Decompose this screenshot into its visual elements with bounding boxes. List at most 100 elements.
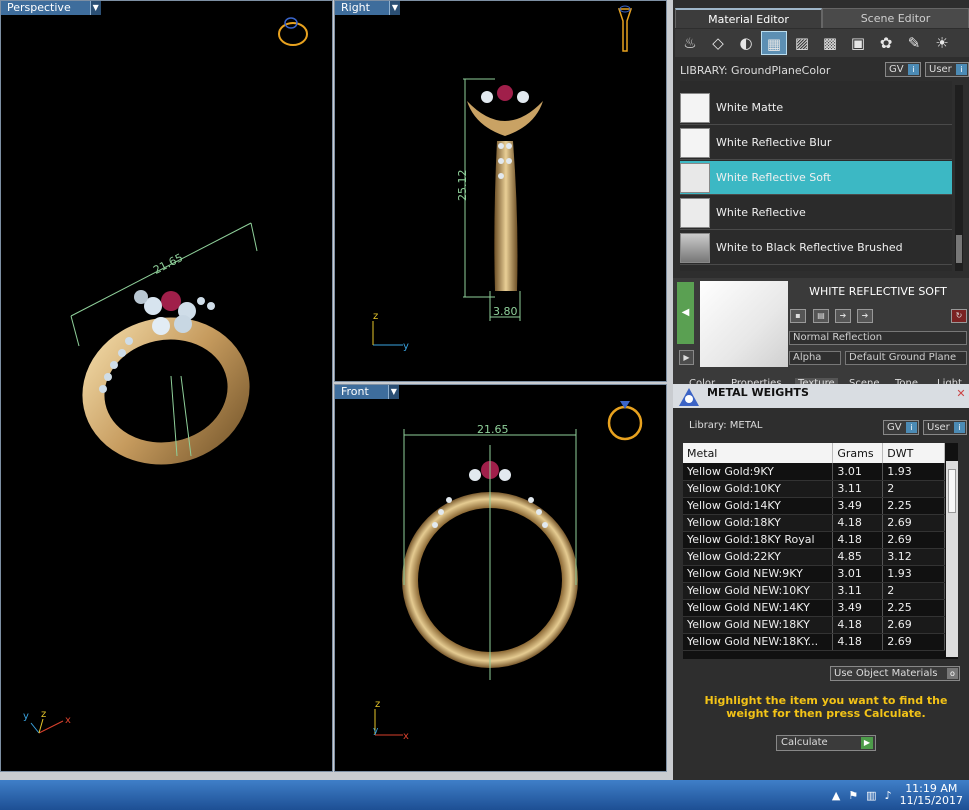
table-row[interactable]: Yellow Gold:22KY 4.85 3.12 xyxy=(683,548,945,566)
reflection-type-select[interactable]: Normal Reflection xyxy=(789,331,967,345)
refresh-icon[interactable]: ↻ xyxy=(951,309,967,323)
ground-plane-icon[interactable]: ▦ xyxy=(761,31,787,55)
table-scrollbar[interactable] xyxy=(946,461,958,657)
collapse-button[interactable]: ◀ xyxy=(677,282,694,344)
view-cube-icon[interactable] xyxy=(607,401,643,441)
viewport-perspective[interactable]: Perspective ▼ 21.65 x y z xyxy=(0,0,333,772)
pattern-icon[interactable]: ▩ xyxy=(817,31,843,55)
checker-icon[interactable]: ▣ xyxy=(845,31,871,55)
user-toggle[interactable]: User i xyxy=(923,420,967,435)
dimension-label: 21.65 xyxy=(477,423,509,436)
table-cell: Yellow Gold:22KY xyxy=(683,548,834,566)
selected-material-title: WHITE REFLECTIVE SOFT xyxy=(809,285,947,298)
table-cell: 2.69 xyxy=(882,616,945,634)
material-item[interactable]: White to Black Reflective Brushed xyxy=(680,231,952,265)
dimension-height-label: 25.12 xyxy=(456,170,469,202)
export-icon[interactable]: ➔ xyxy=(835,309,851,323)
table-row[interactable]: Yellow Gold:9KY 3.01 1.93 xyxy=(683,463,945,481)
table-cell: 3.11 xyxy=(832,582,884,600)
flag-icon[interactable]: ⚑ xyxy=(848,789,858,802)
table-row[interactable]: Yellow Gold:14KY 3.49 2.25 xyxy=(683,497,945,515)
table-cell: 3.12 xyxy=(882,548,945,566)
table-cell: 2.69 xyxy=(882,531,945,549)
material-scrollbar[interactable] xyxy=(955,85,963,271)
table-cell: 3.01 xyxy=(832,565,884,583)
table-row[interactable]: Yellow Gold NEW:9KY 3.01 1.93 xyxy=(683,565,945,583)
ground-plane-select[interactable]: Default Ground Plane xyxy=(845,351,967,365)
svg-text:z: z xyxy=(375,699,380,710)
svg-text:y: y xyxy=(373,726,379,736)
table-cell: 2 xyxy=(882,480,945,498)
user-toggle[interactable]: User i xyxy=(925,62,969,77)
perspective-ring-render: 21.65 x y z xyxy=(23,17,308,734)
network-icon[interactable]: ▥ xyxy=(866,789,876,802)
library-row: LIBRARY: GroundPlaneColor xyxy=(680,62,966,78)
light-icon[interactable]: ☀ xyxy=(929,31,955,55)
calculate-button[interactable]: Calculate ▶ xyxy=(776,735,876,751)
table-row[interactable]: Yellow Gold NEW:18KY... 4.18 2.69 xyxy=(683,633,945,651)
info-icon: i xyxy=(906,422,917,433)
alpha-field[interactable]: Alpha xyxy=(789,351,841,365)
swatch xyxy=(680,92,710,123)
gv-toggle[interactable]: GV i xyxy=(885,62,921,77)
paint-icon[interactable]: ✿ xyxy=(873,31,899,55)
expand-arrow-icon[interactable]: ▶ xyxy=(679,350,694,365)
gv-toggle[interactable]: GV i xyxy=(883,420,919,435)
material-item-selected[interactable]: White Reflective Soft xyxy=(680,161,952,195)
table-cell: Yellow Gold:18KY xyxy=(683,514,834,532)
tab-scene-editor[interactable]: Scene Editor xyxy=(822,8,969,28)
metal-library-label: Library: METAL xyxy=(689,420,763,431)
viewport-right[interactable]: Right ▼ 25.12 3.80 y z xyxy=(334,0,667,382)
metal-icon[interactable]: ♨ xyxy=(677,31,703,55)
svg-text:z: z xyxy=(373,311,378,322)
editor-tabs: Material Editor Scene Editor xyxy=(675,8,969,28)
material-list: White Matte White Reflective Blur White … xyxy=(680,81,952,271)
clock[interactable]: 11:19 AM 11/15/2017 xyxy=(900,783,963,807)
svg-text:y: y xyxy=(23,711,29,722)
metal-weights-titlebar: METAL WEIGHTS ✕ xyxy=(673,384,969,408)
viewport-front[interactable]: Front ▼ 21.65 x z y xyxy=(334,384,667,772)
use-object-materials-checkbox[interactable]: Use Object Materials o xyxy=(830,666,960,681)
import-icon[interactable]: ➔ xyxy=(857,309,873,323)
column-header[interactable]: Grams xyxy=(832,443,884,463)
right-ring-render: 25.12 3.80 y z xyxy=(372,5,633,352)
axis-gizmo: y z xyxy=(372,311,409,352)
svg-text:y: y xyxy=(403,341,409,352)
gem-icon[interactable]: ◇ xyxy=(705,31,731,55)
table-cell: 3.49 xyxy=(832,497,884,515)
sphere-icon[interactable]: ◐ xyxy=(733,31,759,55)
show-hidden-icons-icon[interactable]: ▲ xyxy=(832,789,840,802)
material-item[interactable]: White Matte xyxy=(680,91,952,125)
table-row[interactable]: Yellow Gold:18KY Royal 4.18 2.69 xyxy=(683,531,945,549)
table-cell: 2.69 xyxy=(882,514,945,532)
copy-icon[interactable]: ▤ xyxy=(813,309,829,323)
front-ring-render: 21.65 x z y xyxy=(373,401,643,742)
brush-icon[interactable]: ✎ xyxy=(901,31,927,55)
material-item[interactable]: White Reflective Blur xyxy=(680,126,952,160)
info-icon: i xyxy=(956,64,967,75)
table-row[interactable]: Yellow Gold:18KY 4.18 2.69 xyxy=(683,514,945,532)
taskbar: ▲ ⚑ ▥ ♪ 11:19 AM 11/15/2017 xyxy=(0,780,969,810)
view-cube-icon[interactable] xyxy=(617,5,633,52)
swatch xyxy=(680,162,710,193)
table-cell: 3.01 xyxy=(832,463,884,481)
axis-gizmo: x y z xyxy=(23,709,71,734)
tab-material-editor[interactable]: Material Editor xyxy=(675,8,822,28)
column-header[interactable]: Metal xyxy=(683,443,834,463)
close-icon[interactable]: ✕ xyxy=(955,388,967,400)
table-cell: Yellow Gold NEW:14KY xyxy=(683,599,834,617)
material-preview-area: ◀ ▶ WHITE REFLECTIVE SOFT ▪ ▤ ➔ ➔ ↻ Norm… xyxy=(673,278,969,384)
svg-text:x: x xyxy=(65,715,71,726)
table-row[interactable]: Yellow Gold:10KY 3.11 2 xyxy=(683,480,945,498)
texture-icon[interactable]: ▨ xyxy=(789,31,815,55)
volume-icon[interactable]: ♪ xyxy=(885,789,892,802)
table-row[interactable]: Yellow Gold NEW:18KY 4.18 2.69 xyxy=(683,616,945,634)
column-header[interactable]: DWT xyxy=(882,443,945,463)
table-row[interactable]: Yellow Gold NEW:14KY 3.49 2.25 xyxy=(683,599,945,617)
material-item[interactable]: White Reflective xyxy=(680,196,952,230)
table-cell: 2.25 xyxy=(882,599,945,617)
save-icon[interactable]: ▪ xyxy=(790,309,806,323)
view-cube-icon[interactable] xyxy=(278,17,308,46)
table-cell: 2.69 xyxy=(882,633,945,651)
table-row[interactable]: Yellow Gold NEW:10KY 3.11 2 xyxy=(683,582,945,600)
